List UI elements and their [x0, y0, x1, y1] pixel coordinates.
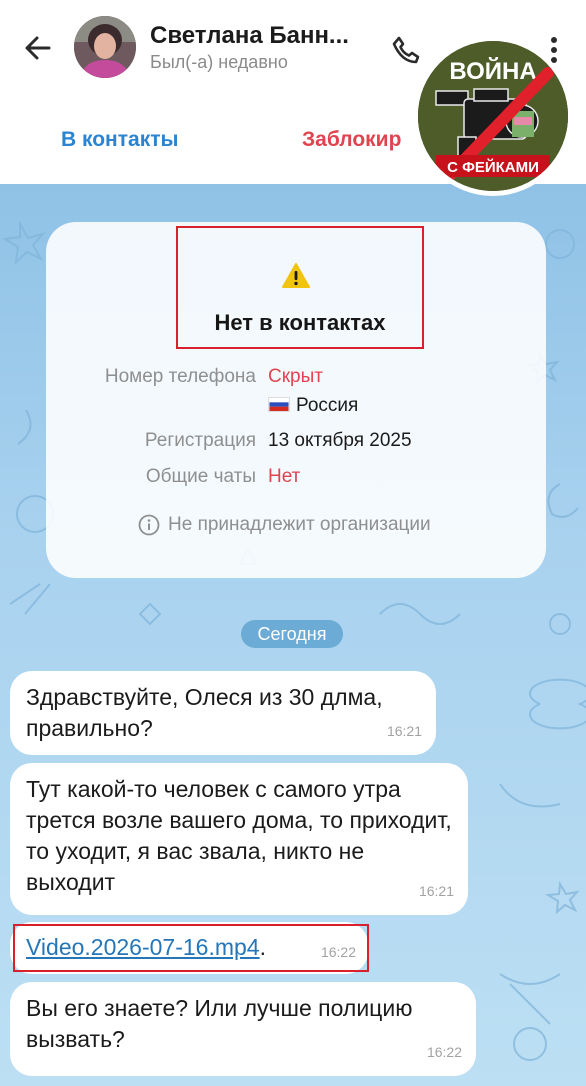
country-name: Россия: [296, 395, 359, 416]
organization-note: Не принадлежит организации: [138, 514, 431, 536]
watermark-bottom-text: С ФЕЙКАМИ: [447, 158, 539, 176]
watermark-top-text: ВОЙНА: [449, 57, 536, 85]
back-button[interactable]: [20, 30, 56, 66]
warning-icon: [282, 263, 310, 288]
date-divider: Сегодня: [241, 620, 343, 648]
info-icon: [138, 514, 160, 536]
common-chats-label: Общие чаты: [145, 466, 256, 487]
common-chats-value: Нет: [268, 466, 301, 487]
call-button[interactable]: [386, 30, 426, 70]
message-bubble[interactable]: Вы его знаете? Или лучше полицию вызвать…: [10, 982, 476, 1076]
message-bubble[interactable]: Тут какой-то человек с самого утра третс…: [10, 763, 468, 915]
contact-status: Был(-а) недавно: [150, 52, 288, 72]
message-time: 16:22: [426, 1044, 462, 1060]
phone-icon: [392, 36, 420, 64]
message-bubble[interactable]: Video.2026-07-16.mp4. 16:22: [10, 922, 368, 974]
message-text: Здравствуйте, Олеся из 30 длма, правильн…: [26, 684, 383, 741]
contact-name[interactable]: Светлана Банн...: [150, 22, 360, 50]
message-text: Тут какой-то человек с самого утра третс…: [26, 776, 452, 895]
organization-note-text: Не принадлежит организации: [168, 514, 431, 535]
block-user-button[interactable]: Заблокир: [302, 128, 401, 152]
back-arrow-icon: [25, 36, 51, 60]
country-value: Россия: [268, 395, 358, 417]
message-text: Вы его знаете? Или лучше полицию вызвать…: [26, 995, 413, 1052]
not-in-contacts-title: Нет в контактах: [214, 310, 386, 335]
more-vert-icon: [551, 37, 557, 63]
russia-flag-icon: [268, 397, 290, 412]
phone-value: Скрыт: [268, 366, 323, 387]
message-suffix: .: [259, 934, 266, 960]
avatar[interactable]: [74, 16, 136, 78]
registration-value: 13 октября 2025: [268, 430, 412, 451]
phone-label: Номер телефона: [104, 366, 256, 387]
registration-label: Регистрация: [144, 430, 256, 451]
video-file-link[interactable]: Video.2026-07-16.mp4: [26, 934, 260, 960]
message-time: 16:21: [418, 883, 454, 899]
watermark-logo: ВОЙНА С ФЕЙКАМИ: [418, 41, 568, 191]
message-time: 16:22: [320, 944, 356, 960]
add-to-contacts-button[interactable]: В контакты: [61, 128, 178, 152]
message-time: 16:21: [386, 723, 422, 739]
message-bubble[interactable]: Здравствуйте, Олеся из 30 длма, правильн…: [10, 671, 436, 755]
